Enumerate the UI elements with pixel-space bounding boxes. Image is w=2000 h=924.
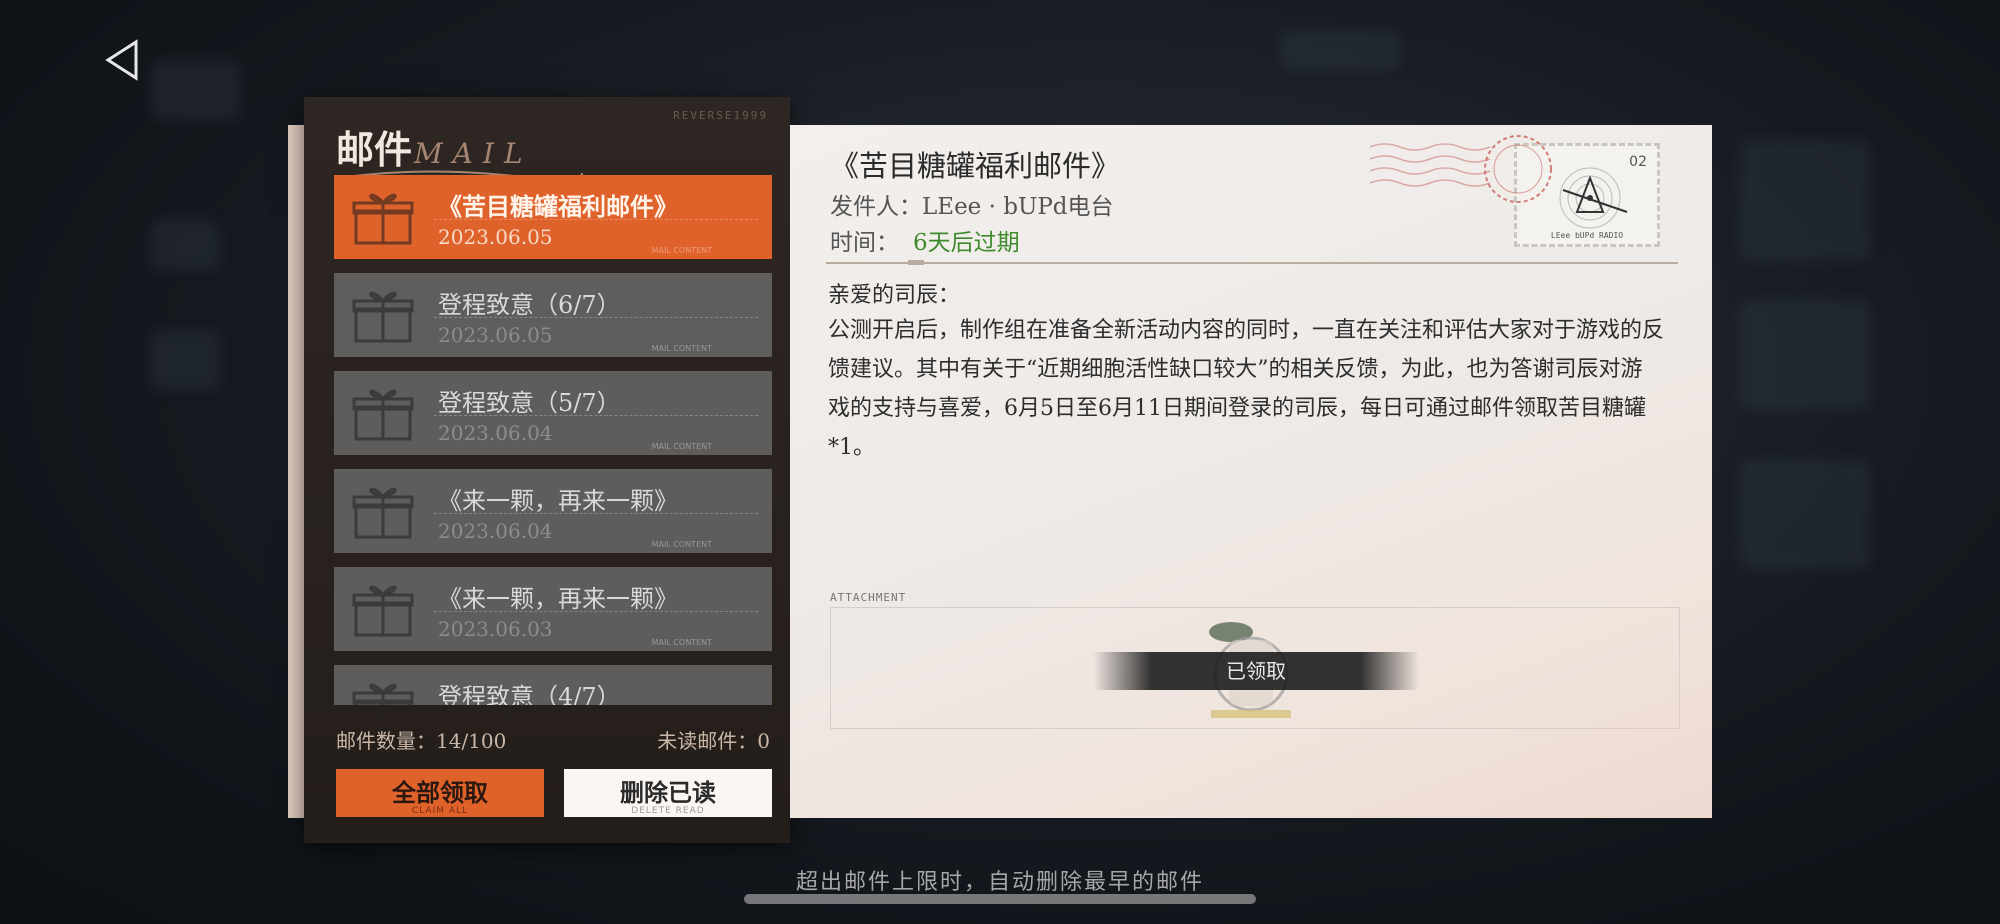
delete-read-label: 删除已读: [620, 778, 716, 807]
mail-item[interactable]: 《苦目糖罐福利邮件》 2023.06.05 MAIL CONTENT: [334, 175, 772, 259]
mail-item[interactable]: 登程致意（6/7） 2023.06.05 MAIL CONTENT: [334, 273, 772, 357]
claim-all-button[interactable]: 全部领取 CLAIM ALL: [336, 769, 544, 817]
mail-title: 《来一颗，再来一颗》: [438, 585, 678, 613]
stamp-caption: LEee bUPd RADIO: [1550, 231, 1624, 240]
mail-tag: MAIL CONTENT: [651, 344, 712, 353]
back-arrow-icon: [105, 39, 138, 81]
mail-count: 邮件数量：14/100: [336, 729, 507, 753]
unread-count: 未读邮件：0: [657, 729, 770, 753]
gift-icon: [352, 193, 414, 245]
claim-all-sublabel: CLAIM ALL: [411, 806, 469, 816]
mail-date: 2023.06.05: [438, 323, 553, 347]
mail-title: 《来一颗，再来一颗》: [438, 487, 678, 515]
mail-title: 《苦目糖罐福利邮件》: [438, 192, 678, 221]
red-seal-icon: [1484, 135, 1552, 203]
sender-label: 发件人：: [830, 194, 922, 220]
delete-read-button[interactable]: 删除已读 DELETE READ: [564, 769, 772, 817]
letter-title: 《苦目糖罐福利邮件》: [830, 149, 1121, 183]
sender-row: 发件人：LEee · bUPd电台: [830, 187, 1114, 221]
home-indicator[interactable]: [744, 894, 1256, 904]
attachment-box: 已领取: [830, 607, 1680, 729]
mail-letter: 《苦目糖罐福利邮件》 发件人：LEee · bUPd电台 时间： 6天后过期 02…: [790, 125, 1712, 818]
mail-date: 2023.06.03: [438, 617, 553, 641]
mail-tag: MAIL CONTENT: [651, 540, 712, 549]
gift-icon: [352, 487, 414, 539]
mail-date: 2023.06.05: [438, 225, 553, 249]
mail-item[interactable]: 《来一颗，再来一颗》 2023.06.04 MAIL CONTENT: [334, 469, 772, 553]
mail-item[interactable]: 登程致意（5/7） 2023.06.04 MAIL CONTENT: [334, 371, 772, 455]
gift-icon: [352, 683, 414, 705]
mail-item[interactable]: 《来一颗，再来一颗》 2023.06.03 MAIL CONTENT: [334, 567, 772, 651]
back-button[interactable]: [100, 36, 148, 84]
mail-title: 登程致意（5/7）: [438, 389, 621, 417]
expiry-text: 6天后过期: [913, 230, 1020, 256]
gift-icon: [352, 389, 414, 441]
claim-all-label: 全部领取: [392, 778, 488, 807]
gift-icon: [352, 585, 414, 637]
mail-tag: MAIL CONTENT: [651, 442, 712, 451]
header-divider: [826, 262, 1678, 264]
mail-item[interactable]: 登程致意（4/7）: [334, 665, 772, 705]
mail-panel: REVERSE1999 邮件 MAIL 《苦目糖罐福利邮件》 2023.06.0…: [304, 97, 790, 843]
mail-title: 登程致意（6/7）: [438, 291, 621, 319]
mail-title: 登程致意（4/7）: [438, 683, 621, 705]
delete-read-sublabel: DELETE READ: [631, 806, 705, 816]
mail-date: 2023.06.04: [438, 421, 553, 445]
gift-icon: [352, 291, 414, 343]
mail-tag: MAIL CONTENT: [651, 638, 712, 647]
mail-list[interactable]: 《苦目糖罐福利邮件》 2023.06.05 MAIL CONTENT 登程致意（…: [334, 175, 772, 705]
time-row: 时间： 6天后过期: [830, 223, 1020, 257]
letter-greeting: 亲爱的司辰：: [828, 283, 961, 308]
attachment-label: ATTACHMENT: [830, 591, 907, 604]
claimed-banner: 已领取: [1093, 652, 1419, 690]
mail-date: 2023.06.04: [438, 519, 553, 543]
stamp-number: 02: [1629, 154, 1647, 170]
sender-name: LEee · bUPd电台: [922, 194, 1114, 220]
brand-label: REVERSE1999: [673, 109, 768, 122]
mail-tag: MAIL CONTENT: [651, 246, 712, 255]
mail-limit-note: 超出邮件上限时，自动删除最早的邮件: [795, 870, 1204, 895]
letter-body: 公测开启后，制作组在准备全新活动内容的同时，一直在关注和评估大家对于游戏的反馈建…: [828, 318, 1665, 460]
time-label: 时间：: [830, 230, 899, 256]
